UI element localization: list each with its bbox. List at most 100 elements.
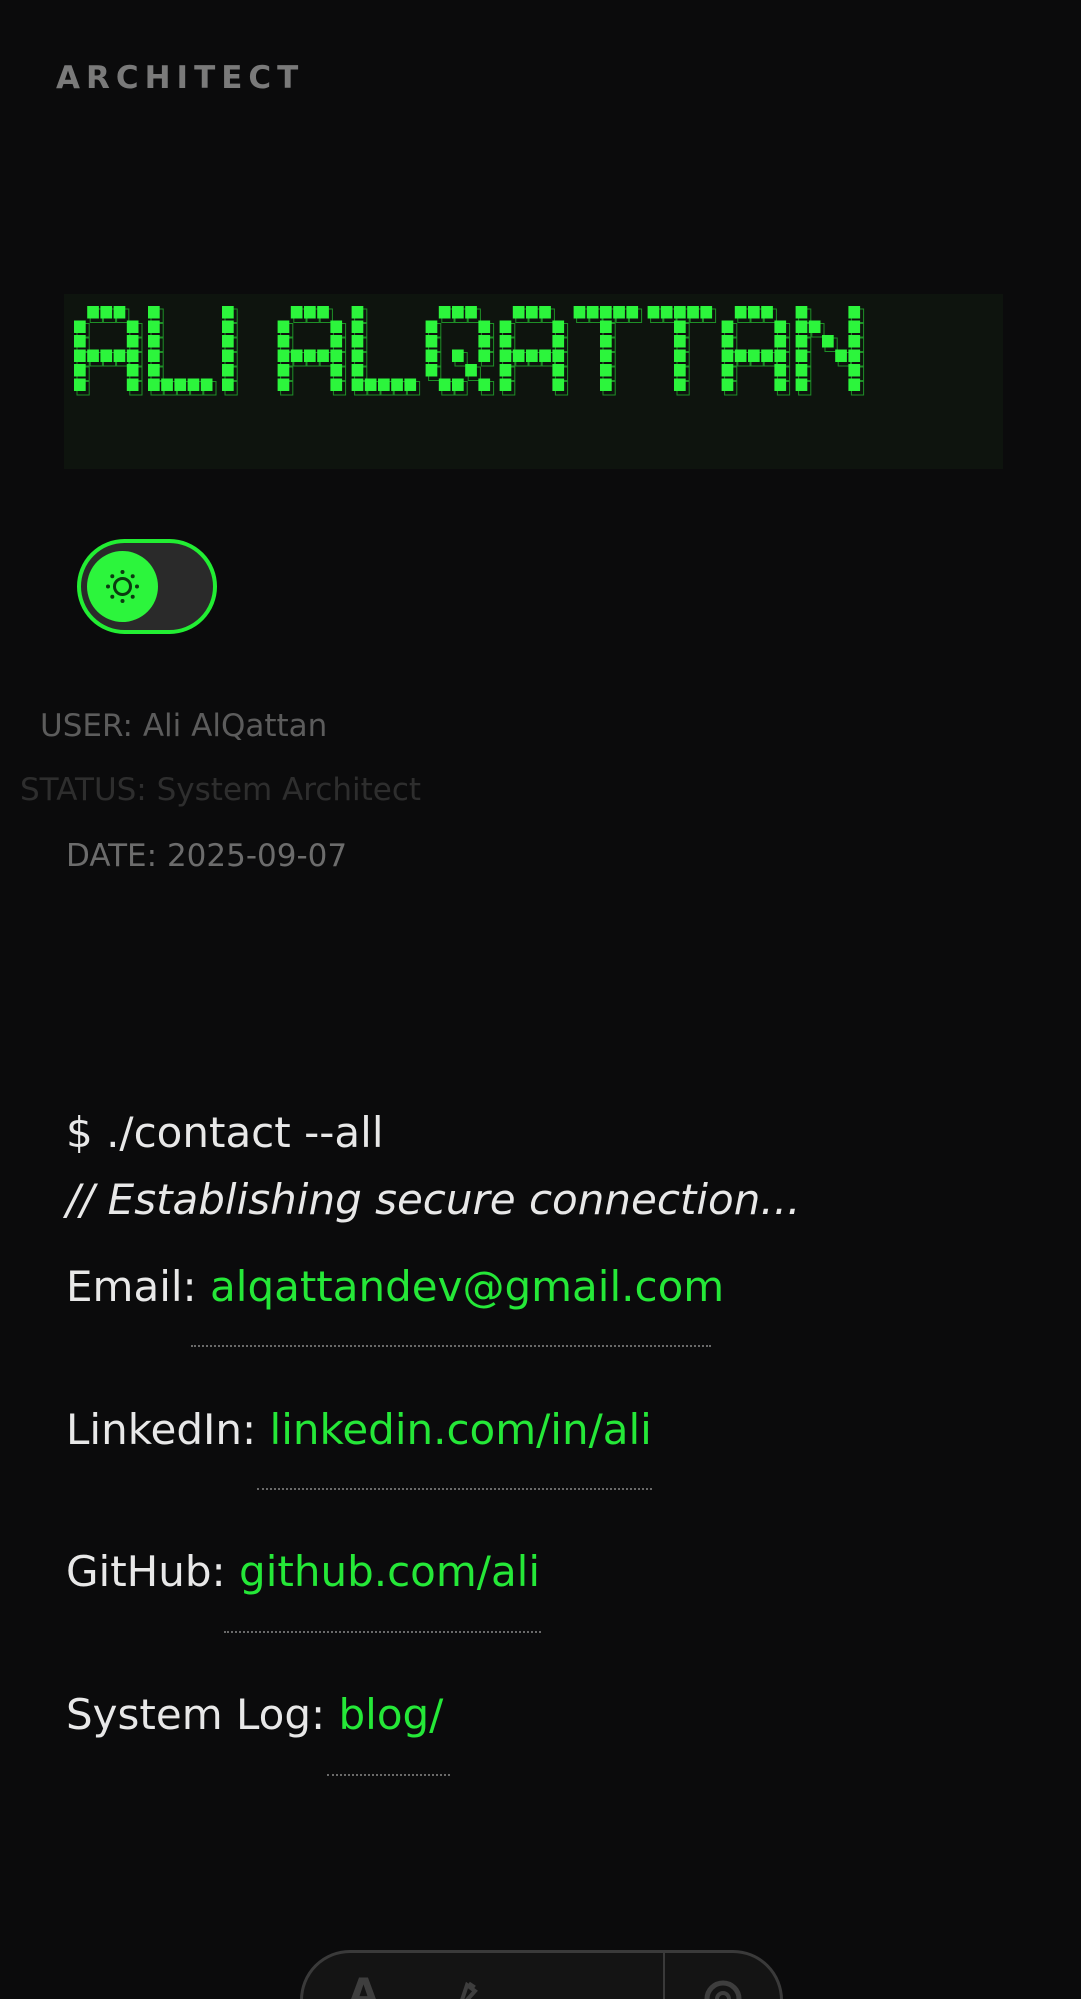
banner-pixel [734,349,747,362]
banner-pixel [452,378,464,391]
github-link[interactable]: github.com/ali [239,1547,540,1596]
banner-pixel [512,349,525,362]
banner-pixel [774,335,787,348]
banner-pixel [552,364,565,377]
paint-icon[interactable] [453,1975,493,1999]
banner-pixel [351,349,364,362]
banner-pixel [290,349,303,362]
banner-pixel [452,306,464,319]
banner-pixel [526,306,538,319]
banner-pixel [721,378,734,391]
banner-pixel [126,378,139,391]
banner-pixel [87,306,99,319]
banner-pixel [317,306,329,319]
banner-pixel [425,320,438,333]
banner-pixel [222,306,234,319]
banner-pixel [148,306,160,319]
banner-pixel [425,335,438,348]
banner-pixel [660,306,673,319]
banner-pixel [721,349,734,362]
banner-pixel [351,378,364,391]
banner-pixel [351,320,364,333]
contact-label: System Log: [66,1690,339,1739]
font-icon[interactable]: A [348,1971,379,1999]
banner-pixel [478,349,491,362]
gear-icon[interactable] [695,1971,751,1999]
terminal-comment: // Establishing secure connection... [66,1175,801,1224]
blog-link[interactable]: blog/ [339,1690,444,1739]
banner-pixel [539,349,551,362]
toggle-knob[interactable] [87,551,158,622]
banner-pixel [761,306,773,319]
banner-pixel [822,335,834,348]
menu-icon[interactable] [573,1985,627,1999]
theme-toggle[interactable] [77,539,217,634]
banner-pixel [364,378,377,391]
banner-pixel [126,364,139,377]
banner-pixel [478,378,491,391]
banner-pixel [674,349,686,362]
banner-pixel [161,378,173,391]
banner-pixel [74,364,86,377]
banner-pixel [647,306,660,319]
banner-pixel [721,320,734,333]
contact-blog-row: System Log: blog/ [66,1690,443,1739]
banner-pixel [674,306,686,319]
banner-pixel [126,320,139,333]
link-underline [224,1631,541,1633]
banner-pixel [552,320,565,333]
banner-pixel [848,349,861,362]
banner-pixel [351,335,364,348]
banner-pixel [734,306,747,319]
banner-pixel [404,378,417,391]
brand-label: ARCHITECT [56,60,305,96]
link-underline [191,1345,711,1347]
banner-pixel [317,349,329,362]
banner-pixel [200,378,213,391]
ascii-name-art [74,306,865,396]
banner-pixel [774,320,787,333]
banner-pixel [148,349,160,362]
link-underline [257,1488,652,1490]
banner-pixel [674,320,686,333]
contact-linkedin-row: LinkedIn: linkedin.com/in/ali [66,1405,652,1454]
banner-pixel [600,364,612,377]
banner-pixel [465,364,477,377]
banner-pixel [848,364,861,377]
banner-pixel [126,335,139,348]
banner-pixel [795,335,808,348]
banner-pixel [795,306,808,319]
banner-pixel [74,378,86,391]
banner-pixel [721,364,734,377]
banner-pixel [748,349,760,362]
contact-label: LinkedIn: [66,1405,270,1454]
banner-pixel [795,378,808,391]
banner-pixel [87,349,99,362]
linkedin-link[interactable]: linkedin.com/in/ali [270,1405,652,1454]
banner-pixel [774,378,787,391]
banner-pixel [499,320,512,333]
banner-pixel [478,335,491,348]
banner-pixel [700,306,713,319]
banner-pixel [187,378,200,391]
banner-pixel [148,320,160,333]
banner-pixel [808,320,821,333]
banner-pixel [499,349,512,362]
contact-github-row: GitHub: github.com/ali [66,1547,540,1596]
email-link[interactable]: alqattandev@gmail.com [210,1262,724,1311]
banner-pixel [600,306,612,319]
banner-pixel [452,349,464,362]
banner-pixel [613,306,625,319]
meta-status: STATUS: System Architect [20,772,422,808]
banner-pixel [148,335,160,348]
contact-label: Email: [66,1262,211,1311]
contact-email-row: Email: alqattandev@gmail.com [66,1262,724,1311]
banner-pixel [222,349,234,362]
banner-pixel [552,349,565,362]
banner-pixel [304,349,316,362]
banner-pixel [174,378,187,391]
contact-label: GitHub: [66,1547,240,1596]
banner-pixel [674,335,686,348]
banner-pixel [795,349,808,362]
banner-pixel [425,349,438,362]
